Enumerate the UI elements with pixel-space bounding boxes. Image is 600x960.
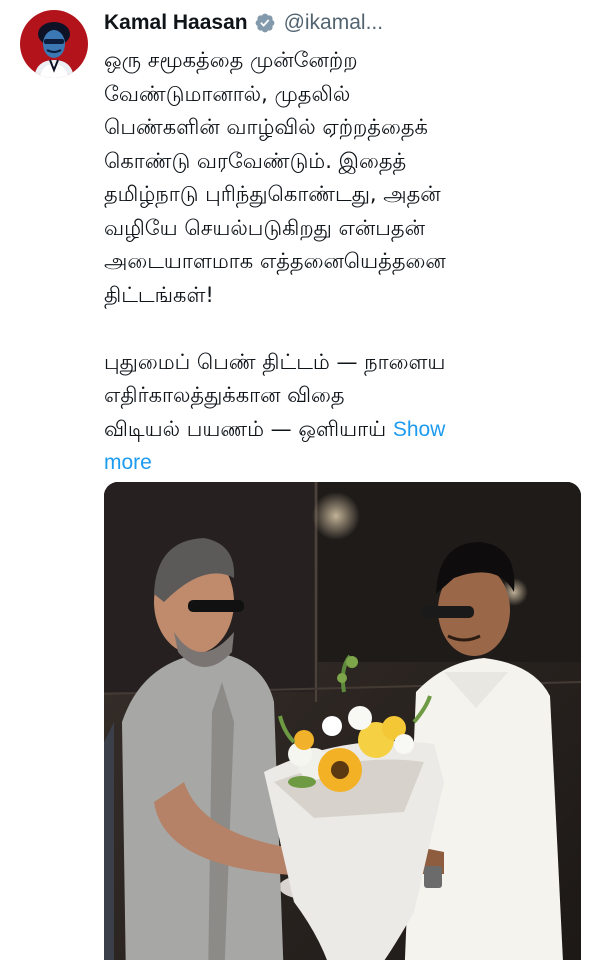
avatar-illustration xyxy=(20,10,88,78)
tweet-text-line: கொண்டு வரவேண்டும். இதைத் xyxy=(104,148,407,173)
tweet-header: Kamal Haasan @ikamal... xyxy=(104,8,383,38)
show-more-link[interactable]: Show xyxy=(393,418,446,441)
tweet-text-line: ஒரு சமூகத்தை முன்னேற்ற xyxy=(104,48,358,72)
author-handle[interactable]: @ikamal... xyxy=(284,11,384,35)
tweet-text-line: வேண்டுமானால், முதலில் xyxy=(104,81,351,106)
photo-of-two-men-with-bouquet xyxy=(104,482,581,960)
tweet-text: ஒரு சமூகத்தை முன்னேற்ற வேண்டுமானால், முத… xyxy=(104,44,574,480)
tweet-text-line: திட்டங்கள்! xyxy=(104,282,214,307)
show-more-link-continued[interactable]: more xyxy=(104,451,152,474)
tweet-text-line: வழியே செயல்படுகிறது என்பதன் xyxy=(104,215,425,240)
tweet-card: Kamal Haasan @ikamal... ஒரு சமூகத்தை முன… xyxy=(0,0,600,960)
tweet-text-line: புதுமைப் பெண் திட்டம் — நாளைய xyxy=(104,349,446,374)
tweet-text-line: பெண்களின் வாழ்வில் ஏற்றத்தைக் xyxy=(104,115,428,139)
tweet-text-line: தமிழ்நாடு புரிந்துகொண்டது, அதன் xyxy=(104,182,441,206)
tweet-text-line: எதிர்காலத்துக்கான விதை xyxy=(104,383,345,407)
tweet-text-line: more xyxy=(104,446,574,480)
tweet-text-line: அடையாளமாக எத்தனையெத்தனை xyxy=(104,249,446,273)
verified-badge-icon[interactable] xyxy=(254,12,276,34)
tweet-text-line: விடியல் பயணம் — ஒளியாய் Show xyxy=(104,413,574,447)
tweet-media-photo[interactable] xyxy=(104,482,581,960)
tweet-text-segment: விடியல் பயணம் — ஒளியாய் xyxy=(104,416,387,441)
avatar[interactable] xyxy=(20,10,88,78)
author-display-name[interactable]: Kamal Haasan xyxy=(104,11,248,35)
